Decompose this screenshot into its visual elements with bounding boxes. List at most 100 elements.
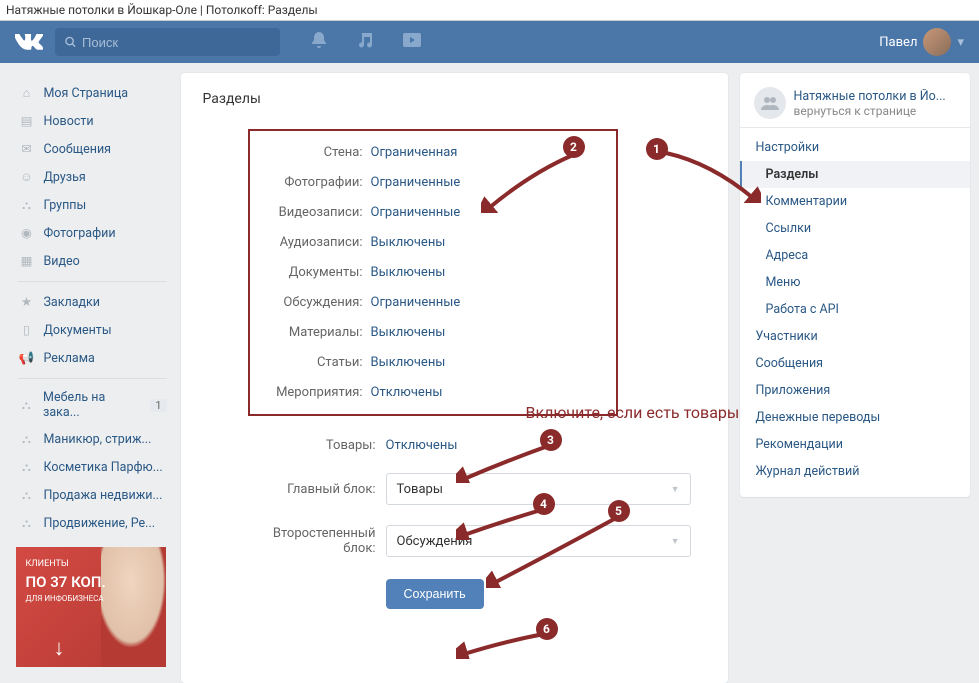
rmenu-sections[interactable]: Разделы bbox=[740, 161, 970, 188]
value-materials[interactable]: Выключены bbox=[371, 325, 446, 340]
notifications-icon[interactable] bbox=[310, 31, 328, 53]
down-arrow-icon: ↓ bbox=[54, 635, 65, 661]
promo-line2: ПО 37 КОП. bbox=[26, 573, 126, 593]
nav-messages[interactable]: ✉ Сообщения bbox=[10, 135, 175, 163]
label: Новости bbox=[44, 114, 94, 129]
select-main-value: Товары bbox=[397, 482, 671, 497]
user-menu[interactable]: Павел ▾ bbox=[879, 28, 964, 56]
group-icon: ⛬ bbox=[18, 514, 36, 532]
group-card: Натяжные потолки в Йо... вернуться к стр… bbox=[740, 73, 970, 497]
rmenu-comments[interactable]: Комментарии bbox=[740, 188, 970, 215]
nav-group5[interactable]: ⛬ Продвижение, Ре... bbox=[10, 509, 175, 537]
nav-group2[interactable]: ⛬Маникюр, стриж... bbox=[10, 425, 175, 453]
arrow-1 bbox=[661, 148, 761, 203]
nav-friends[interactable]: ☺Друзья bbox=[10, 163, 175, 191]
label: Мебель на зака... bbox=[43, 390, 142, 420]
chevron-down-icon: ▼ bbox=[671, 484, 680, 495]
nav-bookmarks[interactable]: ★Закладки bbox=[10, 288, 175, 316]
value-events[interactable]: Отключены bbox=[371, 385, 443, 400]
nav-mypage[interactable]: ⌂ Моя Страница bbox=[10, 79, 175, 107]
group-name[interactable]: Натяжные потолки в Йо... bbox=[794, 89, 956, 104]
avatar bbox=[923, 28, 951, 56]
label-wall: Стена: bbox=[268, 145, 363, 160]
messages-icon: ✉ bbox=[18, 140, 36, 158]
rmenu-settings[interactable]: Настройки bbox=[740, 134, 970, 161]
promo-banner[interactable]: КЛИЕНТЫ ПО 37 КОП. ДЛЯ ИНФОБИЗНЕСА ↓ bbox=[16, 547, 166, 667]
nav-group1[interactable]: ⛬ Мебель на зака... 1 bbox=[10, 385, 175, 425]
rmenu-recs[interactable]: Рекомендации bbox=[740, 431, 970, 458]
group-icon: ⛬ bbox=[18, 396, 36, 414]
nav-group4[interactable]: ⛬Продажа недвижи... bbox=[10, 481, 175, 509]
value-wall[interactable]: Ограниченная bbox=[371, 145, 458, 160]
label-photos: Фотографии: bbox=[268, 175, 363, 190]
label-discussions: Обсуждения: bbox=[268, 295, 363, 310]
main-panel: Разделы Стена:Ограниченная Фотографии:Ог… bbox=[181, 73, 728, 683]
nav-group3[interactable]: ⛬ Косметика Парфю... bbox=[10, 453, 175, 481]
chevron-down-icon: ▾ bbox=[957, 35, 964, 50]
arrow-6 bbox=[456, 629, 551, 659]
group-icon: ⛬ bbox=[18, 486, 36, 504]
group-back-link[interactable]: вернуться к странице bbox=[794, 104, 956, 118]
label-materials: Материалы: bbox=[268, 325, 363, 340]
user-name: Павел bbox=[879, 35, 917, 50]
label: Моя Страница bbox=[44, 86, 129, 101]
label: Фотографии bbox=[44, 226, 116, 241]
group-icon: ⛬ bbox=[18, 430, 36, 448]
label-documents: Документы: bbox=[268, 265, 363, 280]
label-audio: Аудиозаписи: bbox=[268, 235, 363, 250]
search-icon bbox=[65, 36, 76, 48]
nav-videos[interactable]: ▦Видео bbox=[10, 247, 175, 275]
chevron-down-icon: ▼ bbox=[671, 536, 680, 547]
label: Косметика Парфю... bbox=[44, 460, 163, 475]
arrow-3 bbox=[456, 441, 551, 483]
home-icon: ⌂ bbox=[18, 84, 36, 102]
group-avatar-icon bbox=[754, 87, 786, 119]
rmenu-menu[interactable]: Меню bbox=[740, 269, 970, 296]
news-icon: ▤ bbox=[18, 112, 36, 130]
label: Сообщения bbox=[44, 142, 112, 157]
value-discussions[interactable]: Ограниченные bbox=[371, 295, 461, 310]
left-nav: ⌂ Моя Страница ▤ Новости ✉ Сообщения ☺Друзь… bbox=[10, 73, 175, 683]
nav-photos[interactable]: ◉ Фотографии bbox=[10, 219, 175, 247]
value-documents[interactable]: Выключены bbox=[371, 265, 446, 280]
badge: 1 bbox=[150, 399, 166, 412]
vk-logo-icon[interactable] bbox=[15, 34, 43, 50]
label-events: Мероприятия: bbox=[268, 385, 363, 400]
topbar: Павел ▾ bbox=[0, 21, 979, 63]
label: Закладки bbox=[44, 295, 101, 310]
value-articles[interactable]: Выключены bbox=[371, 355, 446, 370]
label-goods: Товары: bbox=[248, 438, 376, 453]
nav-groups[interactable]: ⛬Группы bbox=[10, 191, 175, 219]
video-play-icon[interactable] bbox=[402, 31, 422, 53]
rmenu-messages[interactable]: Сообщения bbox=[740, 350, 970, 377]
search-box[interactable] bbox=[55, 28, 280, 56]
friends-icon: ☺ bbox=[18, 168, 36, 186]
rmenu-members[interactable]: Участники bbox=[740, 323, 970, 350]
rmenu-api[interactable]: Работа с API bbox=[740, 296, 970, 323]
value-goods[interactable]: Отключены bbox=[386, 438, 458, 453]
label-videos: Видеозаписи: bbox=[268, 205, 363, 220]
nav-news[interactable]: ▤ Новости bbox=[10, 107, 175, 135]
value-audio[interactable]: Выключены bbox=[371, 235, 446, 250]
label: Группы bbox=[44, 198, 87, 213]
search-input[interactable] bbox=[82, 35, 270, 50]
nav-ads[interactable]: 📢Реклама bbox=[10, 344, 175, 372]
label: Документы bbox=[44, 323, 112, 338]
value-photos[interactable]: Ограниченные bbox=[371, 175, 461, 190]
label: Продвижение, Ре... bbox=[44, 516, 156, 531]
save-button[interactable]: Сохранить bbox=[386, 579, 484, 609]
megaphone-icon: 📢 bbox=[18, 349, 36, 367]
promo-line3: ДЛЯ ИНФОБИЗНЕСА bbox=[26, 594, 126, 604]
rmenu-links[interactable]: Ссылки bbox=[740, 215, 970, 242]
annotation-hint: Включите, если есть товары bbox=[526, 403, 740, 423]
browser-title: Натяжные потолки в Йошкар-Оле | Потолкоf… bbox=[0, 0, 979, 21]
camera-icon: ◉ bbox=[18, 224, 36, 242]
nav-docs[interactable]: ▯Документы bbox=[10, 316, 175, 344]
value-videos[interactable]: Ограниченные bbox=[371, 205, 461, 220]
group-icon: ⛬ bbox=[18, 458, 36, 476]
music-icon[interactable] bbox=[356, 31, 374, 53]
rmenu-money[interactable]: Денежные переводы bbox=[740, 404, 970, 431]
rmenu-log[interactable]: Журнал действий bbox=[740, 458, 970, 485]
rmenu-addresses[interactable]: Адреса bbox=[740, 242, 970, 269]
rmenu-apps[interactable]: Приложения bbox=[740, 377, 970, 404]
